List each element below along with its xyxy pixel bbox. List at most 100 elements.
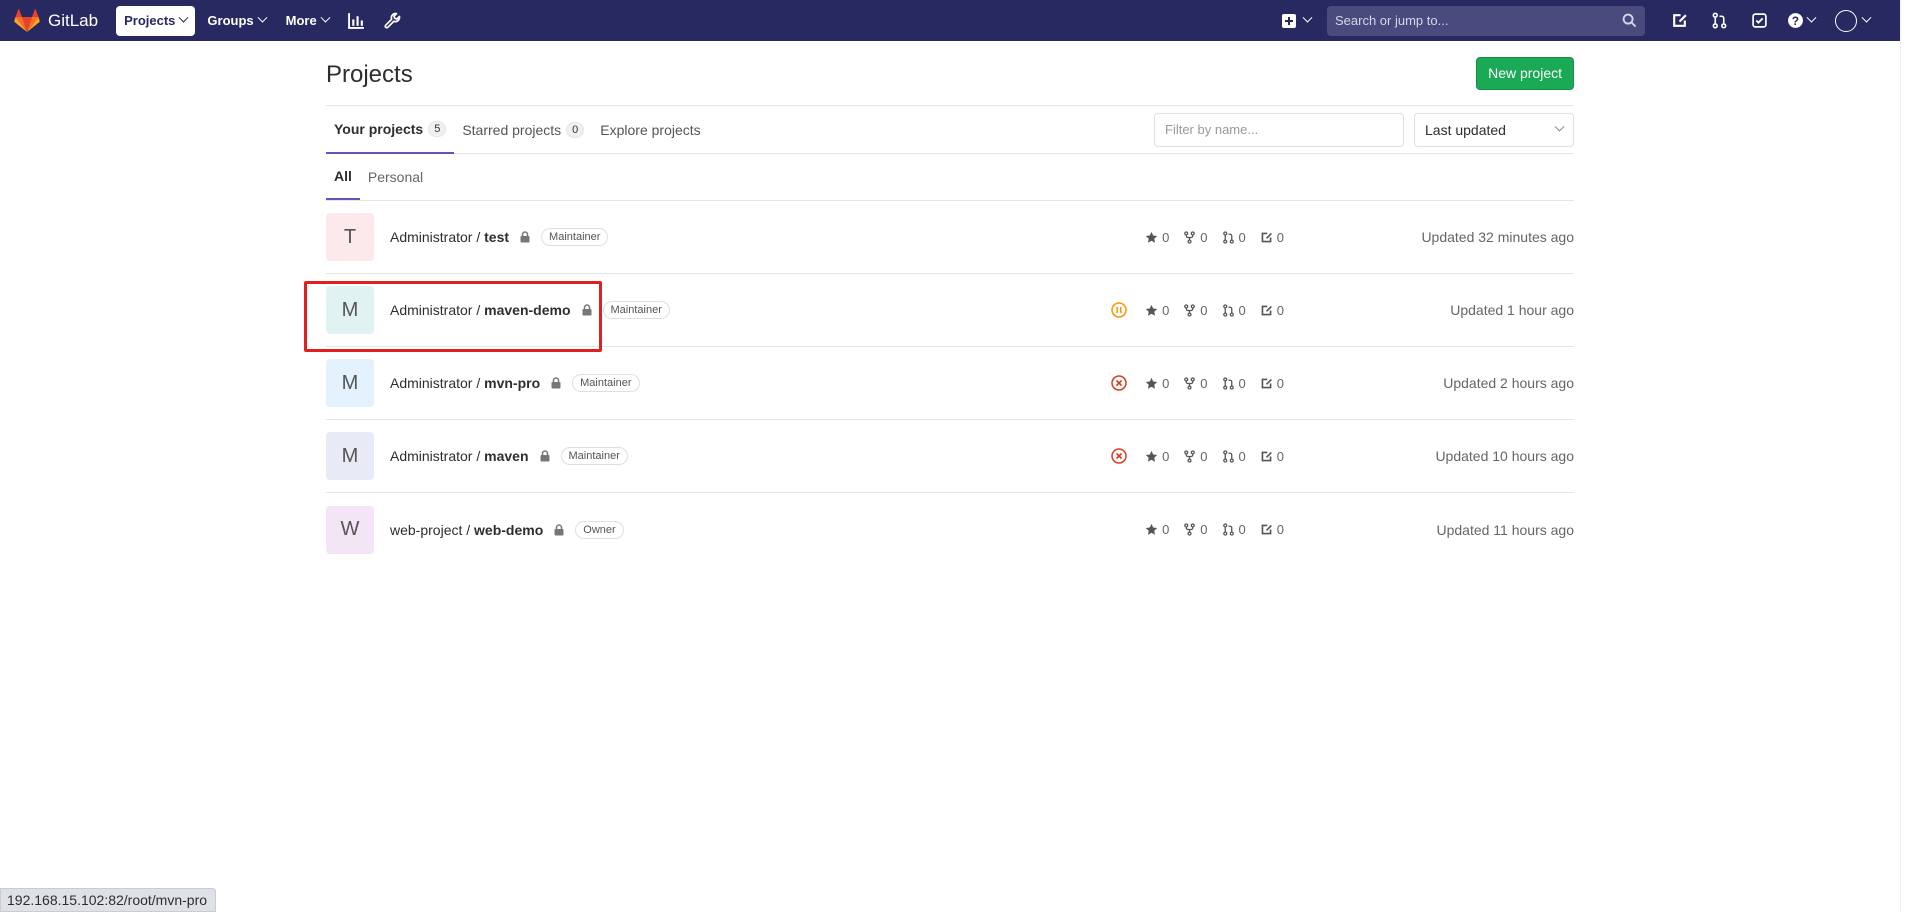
forks-count[interactable]: 0	[1183, 522, 1208, 537]
project-avatar[interactable]: M	[326, 286, 374, 334]
count-badge: 5	[428, 120, 447, 137]
merge-requests-count[interactable]: 0	[1222, 303, 1246, 318]
project-link[interactable]: web-project / web-demo	[390, 522, 543, 538]
bar-chart-icon	[348, 13, 365, 29]
avatar-letter: W	[340, 518, 360, 540]
user-menu-dropdown[interactable]	[1835, 9, 1872, 32]
project-link[interactable]: Administrator / test	[390, 229, 509, 245]
issues-icon	[1261, 524, 1272, 535]
project-link[interactable]: Administrator / maven-demo	[390, 302, 571, 318]
issues-value: 0	[1276, 375, 1284, 391]
stars-value: 0	[1162, 229, 1170, 245]
pipeline-status[interactable]	[1111, 375, 1127, 391]
project-stats: 0 0 0 0	[1111, 375, 1284, 391]
tab-starred-projects[interactable]: Starred projects 0	[454, 106, 592, 154]
stars-count[interactable]: 0	[1145, 449, 1169, 464]
forks-count[interactable]: 0	[1183, 376, 1208, 391]
updated-time: Updated 1 hour ago	[1450, 302, 1574, 318]
gitlab-home-link[interactable]: GitLab	[14, 0, 98, 41]
issues-icon	[1672, 14, 1687, 27]
issues-count[interactable]: 0	[1260, 376, 1284, 391]
status-url-bar: 192.168.15.102:82/root/mvn-pro	[0, 888, 217, 912]
merge-requests-count[interactable]: 0	[1222, 230, 1246, 245]
project-namespace: web-project /	[390, 521, 475, 538]
project-avatar[interactable]: M	[326, 432, 374, 480]
stars-count[interactable]: 0	[1145, 376, 1169, 391]
project-name: maven-demo	[484, 302, 571, 318]
lock-icon	[582, 304, 591, 316]
nav-groups-dropdown[interactable]: Groups	[199, 6, 273, 36]
fork-icon	[1184, 449, 1196, 463]
pipeline-failed-icon[interactable]	[1111, 375, 1127, 391]
pipeline-status[interactable]	[1111, 302, 1127, 318]
issues-value: 0	[1276, 302, 1284, 318]
pipeline-status[interactable]	[1111, 448, 1127, 464]
wrench-icon	[384, 12, 401, 29]
star-icon	[1145, 450, 1158, 462]
admin-area-button[interactable]	[377, 6, 409, 36]
forks-count[interactable]: 0	[1183, 230, 1208, 245]
search-icon	[1622, 13, 1637, 27]
merge-requests-button[interactable]	[1699, 6, 1739, 36]
project-name: maven	[484, 448, 529, 464]
mrs-value: 0	[1238, 448, 1246, 464]
project-avatar[interactable]: W	[326, 505, 374, 554]
nav-more-dropdown[interactable]: More	[278, 6, 337, 36]
project-row: Wweb-project / web-demo Owner 0 0 0 0 Updated …	[326, 493, 1574, 566]
tab-your-projects[interactable]: Your projects 5	[326, 106, 455, 154]
project-link[interactable]: Administrator / maven	[390, 448, 529, 464]
project-namespace: Administrator /	[390, 448, 485, 464]
pipeline-failed-icon[interactable]	[1111, 448, 1127, 464]
issues-button[interactable]	[1659, 6, 1699, 36]
issues-value: 0	[1276, 448, 1284, 464]
new-project-button[interactable]: New project	[1476, 56, 1574, 90]
top-navbar: GitLab Projects Groups More Search or ju…	[0, 0, 1900, 41]
tab-explore-projects[interactable]: Explore projects	[592, 106, 708, 154]
search-input[interactable]	[1327, 6, 1607, 35]
merge-request-icon	[1222, 449, 1234, 463]
stars-count[interactable]: 0	[1145, 303, 1169, 318]
fork-icon	[1184, 376, 1196, 390]
forks-count[interactable]: 0	[1183, 449, 1208, 464]
subtab-personal[interactable]: Personal	[360, 154, 431, 200]
stars-count[interactable]: 0	[1145, 230, 1169, 245]
issues-count[interactable]: 0	[1260, 522, 1284, 537]
project-link[interactable]: Administrator / mvn-pro	[390, 375, 540, 391]
fork-icon	[1184, 230, 1196, 244]
project-row: M Administrator / maven-demo Maintainer 0 0 0…	[326, 274, 1574, 347]
stars-count[interactable]: 0	[1145, 522, 1169, 537]
project-name: web-demo	[474, 521, 544, 538]
issues-count[interactable]: 0	[1260, 230, 1284, 245]
star-icon	[1145, 523, 1158, 535]
star-icon	[1145, 304, 1158, 316]
activity-chart-button[interactable]	[341, 6, 373, 36]
lock-icon	[554, 523, 564, 535]
issues-count[interactable]: 0	[1260, 303, 1284, 318]
project-row: M Administrator / maven Maintainer 0 0 0 0 Upda…	[326, 420, 1574, 493]
help-dropdown[interactable]: ?	[1779, 6, 1823, 36]
project-avatar[interactable]: M	[326, 359, 374, 407]
issues-count[interactable]: 0	[1260, 449, 1284, 464]
gitlab-logo-icon	[14, 8, 40, 32]
sort-dropdown[interactable]: Last updated	[1414, 112, 1574, 147]
merge-requests-count[interactable]: 0	[1222, 522, 1246, 537]
nav-projects-dropdown[interactable]: Projects	[116, 5, 196, 36]
forks-count[interactable]: 0	[1183, 303, 1208, 318]
merge-requests-count[interactable]: 0	[1222, 449, 1246, 464]
plus-square-icon	[1282, 13, 1296, 28]
pipeline-paused-icon[interactable]	[1111, 302, 1127, 318]
new-item-dropdown[interactable]	[1282, 12, 1313, 28]
subtab-all[interactable]: All	[326, 154, 360, 200]
merge-requests-count[interactable]: 0	[1222, 376, 1246, 391]
project-stats: 0 0 0 0	[1111, 448, 1284, 464]
project-name: mvn-pro	[484, 375, 541, 391]
project-avatar[interactable]: T	[326, 213, 374, 261]
todos-button[interactable]	[1739, 6, 1779, 36]
tab-label: Explore projects	[600, 121, 701, 138]
vertical-scrollbar[interactable]	[1900, 0, 1920, 912]
chevron-down-icon	[1554, 121, 1565, 132]
star-icon	[1145, 231, 1158, 243]
updated-time: Updated 32 minutes ago	[1421, 229, 1574, 245]
filter-by-name-input[interactable]	[1154, 112, 1404, 147]
stars-value: 0	[1162, 522, 1170, 537]
